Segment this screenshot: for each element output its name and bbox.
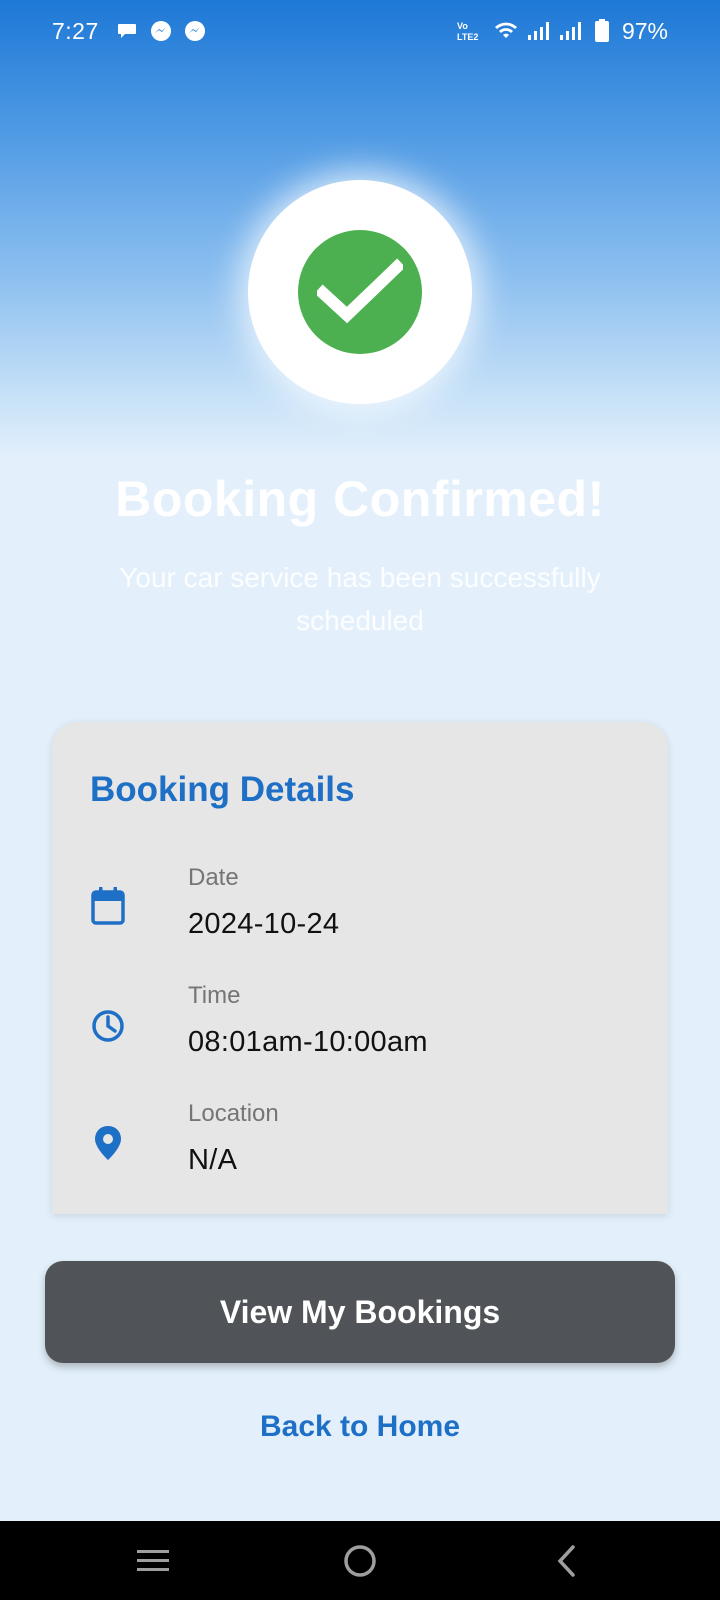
location-pin-icon (90, 1122, 126, 1162)
wifi-icon (494, 19, 518, 43)
detail-value: 08:01am-10:00am (188, 1026, 428, 1058)
check-circle-icon (298, 230, 422, 354)
battery-percent: 97% (621, 17, 668, 44)
status-left: 7:27 (52, 18, 207, 45)
page-subtitle: Your car service has been successfully s… (119, 562, 601, 636)
status-time: 7:27 (52, 17, 99, 44)
clock-icon (90, 1004, 126, 1044)
recent-apps-icon[interactable] (131, 1539, 175, 1583)
signal-icon (558, 19, 582, 43)
view-my-bookings-button[interactable]: View My Bookings (45, 1261, 675, 1363)
svg-text:Vo: Vo (457, 21, 468, 31)
volte-text: LTE2 (457, 32, 478, 42)
calendar-icon (90, 886, 126, 926)
home-icon[interactable] (338, 1539, 382, 1583)
back-icon[interactable] (545, 1539, 589, 1583)
detail-value: N/A (188, 1144, 238, 1176)
messenger-icon (183, 19, 207, 43)
detail-label: Location (188, 1100, 279, 1127)
status-bar: 7:27 Vo LTE2 97% (0, 0, 720, 62)
booking-details-card: Booking Details Date 2024-10-24 Time 08:… (52, 722, 668, 1214)
card-title: Booking Details (90, 770, 355, 809)
detail-row-location: Location N/A (90, 1100, 648, 1200)
back-to-home-button[interactable]: Back to Home (0, 1410, 720, 1444)
detail-row-time: Time 08:01am-10:00am (90, 982, 648, 1082)
status-right: Vo LTE2 97% (456, 18, 668, 45)
system-nav-bar (0, 1521, 720, 1600)
battery-icon (590, 19, 614, 43)
volte-icon: Vo LTE2 (456, 19, 486, 43)
detail-label: Time (188, 982, 241, 1009)
signal-icon (526, 19, 550, 43)
detail-label: Date (188, 864, 239, 891)
chat-bubble-icon (115, 19, 139, 43)
page-title: Booking Confirmed! (115, 471, 605, 527)
detail-row-date: Date 2024-10-24 (90, 864, 648, 964)
detail-value: 2024-10-24 (188, 908, 340, 940)
success-badge (248, 180, 472, 404)
messenger-icon (149, 19, 173, 43)
